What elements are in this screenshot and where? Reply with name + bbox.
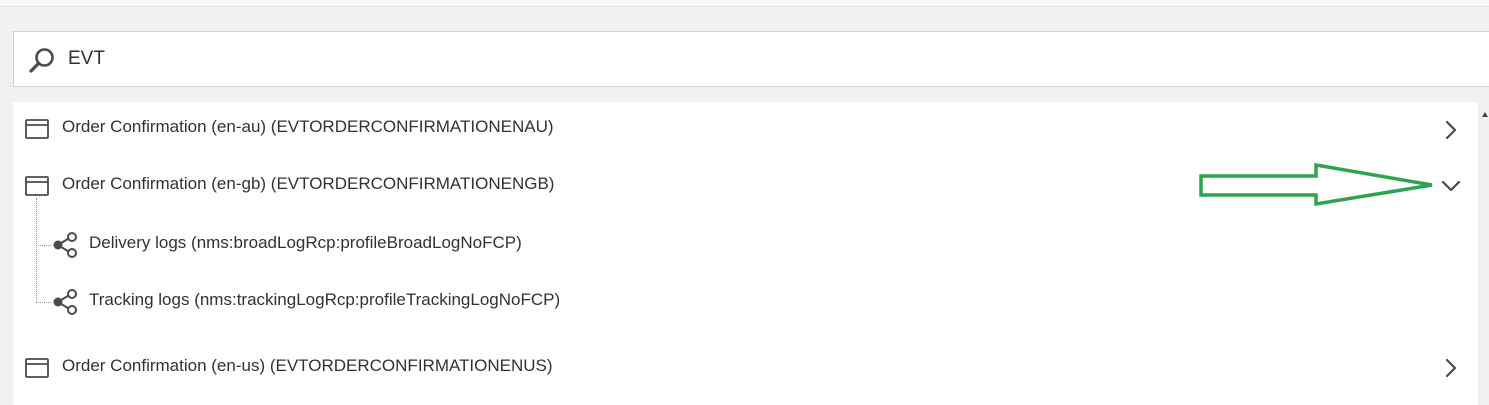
link-icon xyxy=(53,289,77,315)
chevron-right-icon[interactable] xyxy=(1441,120,1461,140)
scroll-up-arrow-icon[interactable] xyxy=(1482,112,1488,117)
chevron-right-icon[interactable] xyxy=(1441,358,1461,378)
result-label: Order Confirmation (en-au) (EVTORDERCONF… xyxy=(62,117,554,136)
results-list: Order Confirmation (en-au) (EVTORDERCONF… xyxy=(13,102,1478,405)
chevron-down-icon[interactable] xyxy=(1441,176,1461,196)
annotation-arrow-icon xyxy=(1199,162,1433,207)
search-icon[interactable] xyxy=(28,46,56,74)
document-icon xyxy=(25,119,49,139)
search-input[interactable] xyxy=(68,42,1448,76)
result-row-en-us[interactable]: Order Confirmation (en-us) (EVTORDERCONF… xyxy=(13,342,1478,392)
child-row-delivery-logs[interactable]: Delivery logs (nms:broadLogRcp:profileBr… xyxy=(13,219,1478,269)
result-label: Order Confirmation (en-gb) (EVTORDERCONF… xyxy=(62,174,555,193)
scrollbar[interactable] xyxy=(1478,102,1489,405)
document-icon xyxy=(25,176,49,196)
link-icon xyxy=(53,232,77,258)
child-row-tracking-logs[interactable]: Tracking logs (nms:trackingLogRcp:profil… xyxy=(13,276,1478,326)
search-box[interactable] xyxy=(13,31,1489,87)
result-row-en-au[interactable]: Order Confirmation (en-au) (EVTORDERCONF… xyxy=(13,103,1478,153)
child-label: Delivery logs (nms:broadLogRcp:profileBr… xyxy=(89,233,522,252)
document-icon xyxy=(25,358,49,378)
result-label: Order Confirmation (en-us) (EVTORDERCONF… xyxy=(62,356,553,375)
child-label: Tracking logs (nms:trackingLogRcp:profil… xyxy=(89,290,561,309)
top-divider xyxy=(0,0,1489,7)
